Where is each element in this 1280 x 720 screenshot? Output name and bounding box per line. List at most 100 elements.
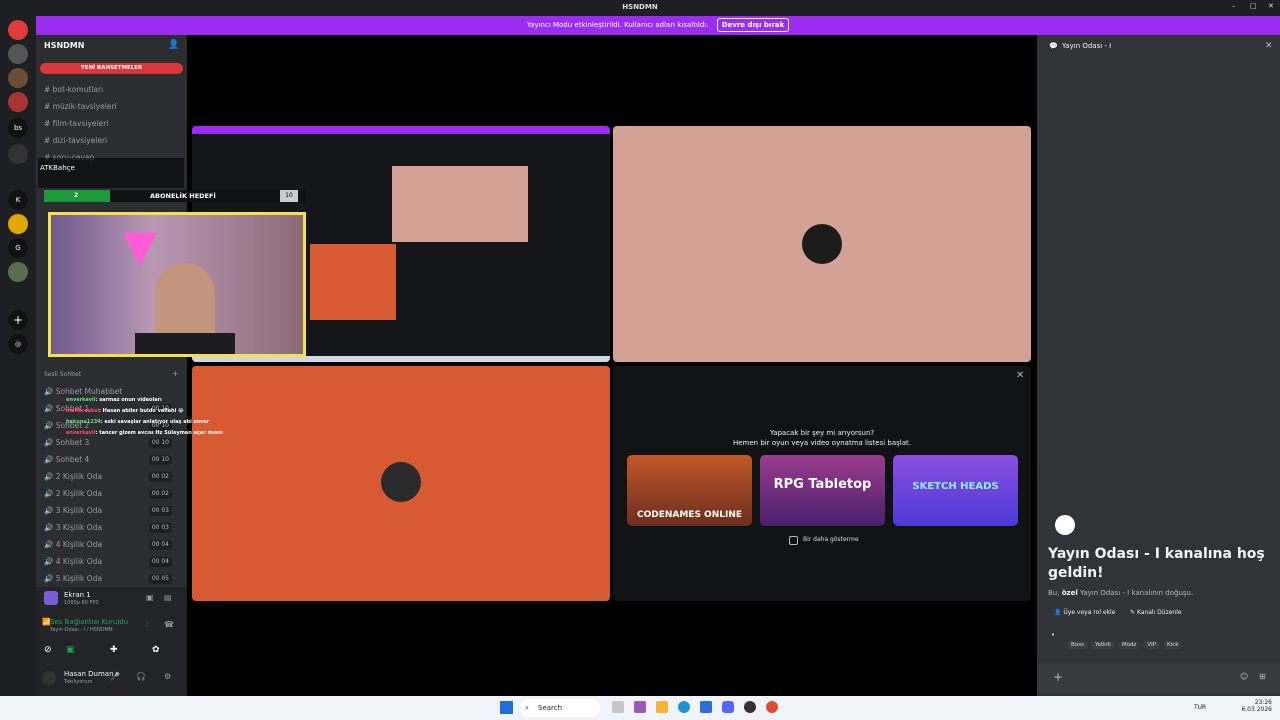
voice-channel-item[interactable]: 🔊 5 Kişilik Oda 00 05 bbox=[44, 572, 184, 586]
add-friend-icon[interactable]: 👤 bbox=[168, 40, 179, 50]
discord-icon[interactable] bbox=[722, 701, 734, 713]
server-icon[interactable]: G bbox=[8, 238, 28, 258]
language-indicator[interactable]: TUR bbox=[1194, 704, 1206, 711]
minimize-icon[interactable]: – bbox=[1232, 2, 1236, 10]
voice-channel-label: 2 Kişilik Oda bbox=[55, 472, 103, 481]
user-limit-badge: 00 10 bbox=[148, 455, 172, 465]
participant-tile[interactable] bbox=[192, 366, 610, 601]
chrome-icon[interactable] bbox=[766, 701, 778, 713]
speaker-icon: 🔊 bbox=[44, 557, 56, 566]
speaker-icon: 🔊 bbox=[44, 387, 56, 396]
app-icon[interactable] bbox=[612, 701, 624, 713]
stream-settings-icon[interactable]: ▣ bbox=[146, 593, 154, 602]
voice-status-sub[interactable]: Yayın Odası - I / HSNDMN bbox=[30, 627, 113, 633]
voice-category[interactable]: Sesli Sohbet bbox=[44, 371, 81, 378]
voice-channel-item[interactable]: 🔊 3 Kişilik Oda 00 03 bbox=[44, 521, 184, 535]
overlay-chat-line: enverkavil: sarmaz onun videoları bbox=[66, 397, 162, 403]
maximize-icon[interactable]: □ bbox=[1250, 2, 1257, 10]
game-card[interactable]: RPG Tabletop bbox=[760, 455, 885, 526]
server-icon[interactable]: K bbox=[8, 190, 28, 210]
channel-sidebar: HSNDMN 👤 YENİ BAHSETMELER # bot-komutlar… bbox=[36, 35, 187, 696]
screen-label: Ekran 1 bbox=[64, 591, 91, 599]
streamer-shirt bbox=[135, 333, 235, 354]
speaker-icon: 🔊 bbox=[44, 540, 56, 549]
role-tag[interactable]: Boss bbox=[1067, 641, 1088, 649]
dont-show-checkbox[interactable] bbox=[789, 536, 798, 545]
discover-icon[interactable]: ◎ bbox=[8, 334, 28, 354]
participant-tile[interactable] bbox=[613, 126, 1031, 362]
server-icon[interactable] bbox=[8, 214, 28, 234]
channel-item[interactable]: # film-tavsiyeleri bbox=[44, 117, 184, 131]
voice-channel-item[interactable]: 🔊 3 Kişilik Oda 00 03 bbox=[44, 504, 184, 518]
role-tag[interactable]: Kick bbox=[1163, 641, 1183, 649]
speaker-icon: 🔊 bbox=[44, 523, 56, 532]
server-icon[interactable] bbox=[8, 44, 28, 64]
game-card[interactable]: CODENAMES ONLINE bbox=[627, 455, 752, 526]
voice-channel-item[interactable]: 🔊 4 Kişilik Oda 00 04 bbox=[44, 538, 184, 552]
emoji-icon[interactable]: ☺ bbox=[1240, 672, 1248, 681]
role-tag[interactable]: Modz bbox=[1117, 641, 1141, 649]
app-icon[interactable] bbox=[700, 701, 712, 713]
dont-show-label: Bir daha gösterme bbox=[803, 536, 859, 543]
obs-icon[interactable] bbox=[744, 701, 756, 713]
taskbar: ⌕ Search TUR 23:26 6.03.2026 bbox=[0, 696, 1280, 720]
taskbar-search[interactable]: ⌕ Search bbox=[520, 699, 600, 717]
server-icon[interactable]: bs bbox=[8, 118, 28, 138]
add-member-button[interactable]: 👤 Üye veya rol ekle bbox=[1054, 609, 1115, 616]
avatar bbox=[802, 224, 842, 264]
server-icon[interactable] bbox=[8, 20, 28, 40]
app-icon[interactable] bbox=[634, 701, 646, 713]
edit-channel-button[interactable]: ✎ Kanalı Düzenle bbox=[1130, 609, 1182, 616]
role-tag[interactable]: VIP bbox=[1143, 641, 1161, 649]
voice-channel-label: 5 Kişilik Oda bbox=[55, 574, 103, 583]
add-channel-icon[interactable]: + bbox=[172, 369, 179, 378]
close-icon[interactable]: ✕ bbox=[1265, 41, 1273, 51]
server-icon[interactable] bbox=[8, 262, 28, 282]
server-name[interactable]: HSNDMN bbox=[44, 41, 84, 50]
voice-channel-label: 3 Kişilik Oda bbox=[55, 506, 103, 515]
game-card[interactable]: SKETCH HEADS bbox=[893, 455, 1018, 526]
panel-title: Yayın Odası - I bbox=[1062, 42, 1112, 50]
voice-channel-item[interactable]: 🔊 2 Kişilik Oda 00 02 bbox=[44, 470, 184, 484]
edge-icon[interactable] bbox=[678, 701, 690, 713]
voice-channel-item[interactable]: 🔊 Sohbet 4 00 10 bbox=[44, 453, 184, 467]
server-icon[interactable] bbox=[8, 92, 28, 112]
voice-channel-item[interactable]: 🔊 2 Kişilik Oda 00 02 bbox=[44, 487, 184, 501]
noise-icon[interactable]: ⫶ bbox=[146, 620, 148, 630]
close-icon[interactable]: ✕ bbox=[1016, 370, 1024, 381]
role-tag[interactable]: Yetkili bbox=[1090, 641, 1115, 649]
soundboard-icon[interactable]: ✿ bbox=[152, 645, 160, 655]
channel-item[interactable]: # bot-komutları bbox=[44, 83, 184, 97]
video-off-icon[interactable]: ⊘ bbox=[24, 645, 52, 655]
voice-channel-label: 2 Kişilik Oda bbox=[55, 489, 103, 498]
attach-icon[interactable]: + bbox=[1053, 670, 1063, 684]
headphones-icon[interactable]: 🎧 bbox=[136, 672, 146, 681]
neon-logo-icon: ▼ bbox=[123, 221, 157, 272]
channel-item[interactable]: # dizi-tavsiyeleri bbox=[44, 134, 184, 148]
voice-channel-label: Sohbet 4 bbox=[55, 455, 90, 464]
close-icon[interactable]: ✕ bbox=[1268, 2, 1274, 10]
stream-stop-icon[interactable]: ▤ bbox=[164, 593, 172, 602]
overlay-chat-line: enverkavil: tancer gizem avcısı Hz Süley… bbox=[66, 430, 223, 436]
start-icon[interactable] bbox=[500, 701, 513, 714]
clock[interactable]: 23:26 6.03.2026 bbox=[1240, 699, 1272, 713]
mic-icon[interactable]: 🎤 bbox=[110, 672, 120, 681]
voice-channel-label: Sohbet Muhabbet bbox=[55, 387, 123, 396]
new-mentions-pill[interactable]: YENİ BAHSETMELER bbox=[40, 63, 183, 74]
avatar[interactable] bbox=[42, 671, 56, 685]
activity-icon[interactable]: ✚ bbox=[110, 645, 118, 655]
disconnect-icon[interactable]: ☎ bbox=[164, 620, 174, 629]
channel-item[interactable]: # müzik-tavsiyeleri bbox=[44, 100, 184, 114]
folder-icon[interactable] bbox=[656, 701, 668, 713]
speaker-icon: 🔊 bbox=[44, 472, 56, 481]
screen-share-button[interactable]: ▣ bbox=[66, 645, 75, 655]
apps-icon[interactable]: ⊞ bbox=[1259, 672, 1266, 681]
channel-chat-panel: 💬 Yayın Odası - I ✕ Yayın Odası - I kana… bbox=[1037, 35, 1280, 696]
server-icon[interactable] bbox=[8, 68, 28, 88]
message-input[interactable]: + ☺ ⊞ bbox=[1037, 663, 1280, 693]
add-server-icon[interactable]: + bbox=[8, 310, 28, 330]
disable-streamer-mode-button[interactable]: Devre dışı bırak bbox=[716, 18, 790, 32]
server-icon[interactable] bbox=[8, 144, 28, 164]
settings-icon[interactable]: ⚙ bbox=[164, 672, 171, 681]
voice-channel-item[interactable]: 🔊 4 Kişilik Oda 00 04 bbox=[44, 555, 184, 569]
